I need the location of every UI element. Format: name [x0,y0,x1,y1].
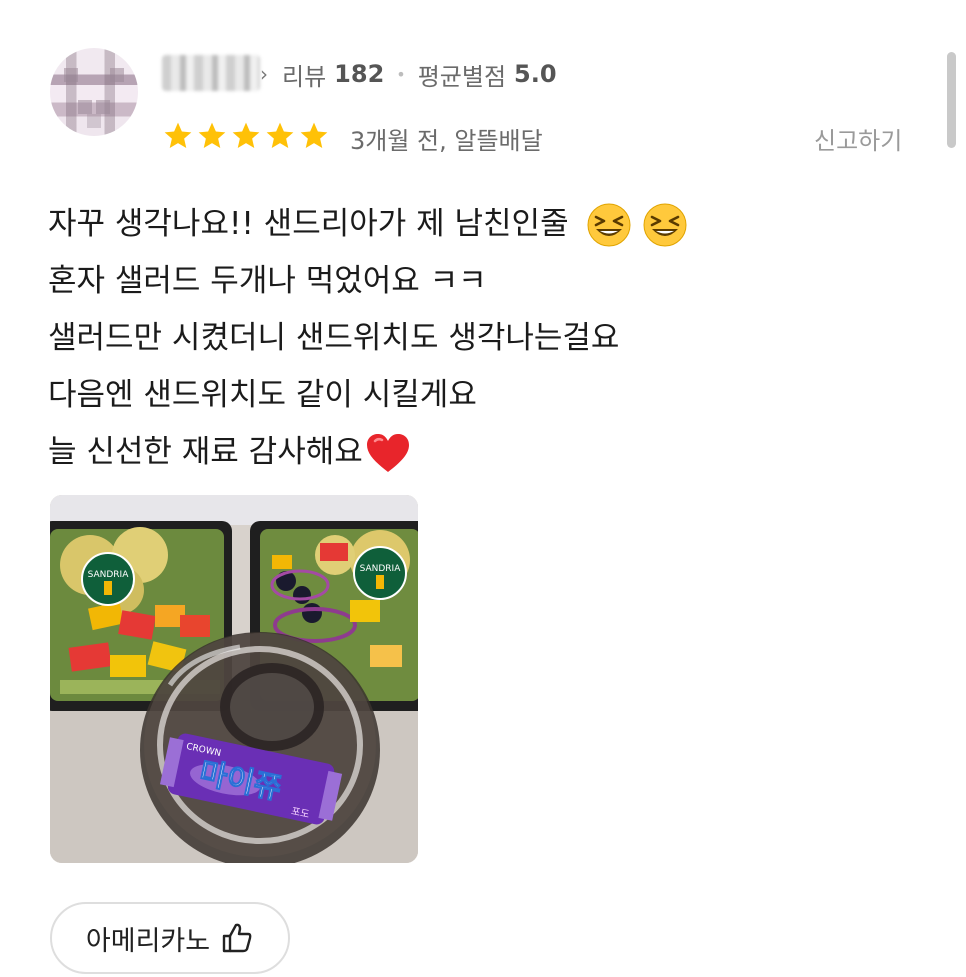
star-icon [300,122,328,148]
red-heart-emoji-icon [366,433,409,472]
menu-tag-americano[interactable]: 아메리카노 [50,902,290,974]
avg-rating-label: 평균별점 [417,62,507,91]
review-line: 다음엔 샌드위치도 같이 시킬게요 [48,367,687,424]
review-photo[interactable]: SANDRIA SANDRIA CROWN 마이쮸 포도 [50,495,418,863]
chevron-right-icon[interactable]: › [260,62,268,86]
salad-photo-illustration: SANDRIA SANDRIA CROWN 마이쮸 포도 [50,495,418,863]
sandria-logo-text: SANDRIA [360,564,402,574]
scrollbar[interactable] [947,52,956,148]
review-line-text: 혼자 샐러드 두개나 먹었어요 ㅋㅋ [48,263,487,299]
review-count: 182 [334,60,385,88]
star-icon [232,122,260,148]
rating-stars [162,120,330,152]
review-date: 3개월 전, 알뜰배달 [350,127,543,155]
grinning-squint-emoji-icon [643,203,687,246]
reviewer-name-blurred[interactable] [162,55,260,91]
review-line-text: 늘 신선한 재료 감사해요 [48,434,363,470]
review-count-label: 리뷰 [282,62,327,91]
review-line-text: 자꾸 생각나요!! 샌드리아가 제 남친인줄 [48,206,569,242]
review-line: 혼자 샐러드 두개나 먹었어요 ㅋㅋ [48,253,687,310]
review-line: 샐러드만 시켰더니 샌드위치도 생각나는걸요 [48,310,687,367]
review-line: 자꾸 생각나요!! 샌드리아가 제 남친인줄 [48,196,687,253]
sandria-logo-text: SANDRIA [88,570,130,580]
menu-tag-label: 아메리카노 [85,925,211,957]
star-icon [164,122,192,148]
review-line-text: 다음엔 샌드위치도 같이 시킬게요 [48,377,477,413]
review-line-text: 샐러드만 시켰더니 샌드위치도 생각나는걸요 [48,320,620,356]
separator-dot: • [396,64,406,84]
review-text: 자꾸 생각나요!! 샌드리아가 제 남친인줄 혼자 샐러드 두개나 먹었어요 ㅋ… [48,196,687,481]
grinning-squint-emoji-icon [587,203,631,246]
report-button[interactable]: 신고하기 [814,121,902,156]
star-icon [198,122,226,148]
reviewer-stats: › 리뷰 182 • 평균별점 5.0 [260,58,557,91]
reviewer-avatar[interactable] [50,48,138,136]
avg-rating: 5.0 [514,60,557,88]
thumbs-up-icon [222,923,252,953]
star-icon [266,122,294,148]
review-line: 늘 신선한 재료 감사해요 [48,424,687,481]
